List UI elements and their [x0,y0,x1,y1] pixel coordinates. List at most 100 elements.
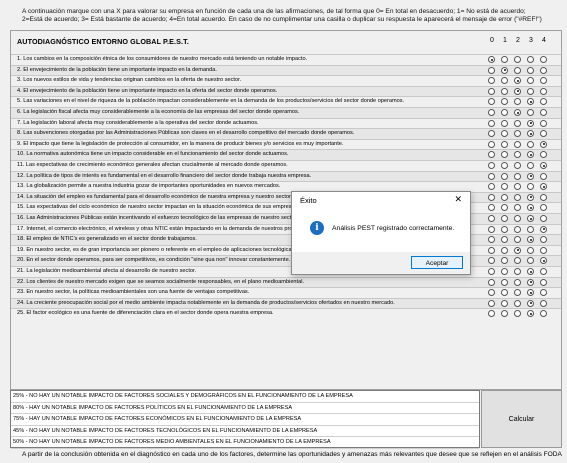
score-radio-2[interactable] [514,98,521,106]
results-list[interactable]: 25% - NO HAY UN NOTABLE IMPACTO DE FACTO… [10,390,480,449]
score-radio-3[interactable] [527,268,534,275]
score-radio-4[interactable] [540,119,547,127]
score-radio-3[interactable] [527,215,534,222]
score-radio-4[interactable] [540,289,547,297]
score-radio-3[interactable] [527,236,534,244]
score-radio-3[interactable] [527,225,534,233]
score-radio-2[interactable] [514,225,521,233]
score-radio-1[interactable] [501,278,508,286]
score-radio-3[interactable] [527,278,534,286]
score-radio-3[interactable] [527,151,534,159]
score-radio-2[interactable] [514,130,521,138]
score-radio-1[interactable] [501,151,508,159]
score-radio-2[interactable] [514,268,521,275]
score-radio-0[interactable] [488,204,495,212]
score-radio-3[interactable] [527,130,534,138]
score-radio-2[interactable] [514,140,521,148]
score-radio-4[interactable] [540,299,547,307]
score-radio-2[interactable] [514,109,521,116]
score-radio-3[interactable] [527,257,534,265]
score-radio-0[interactable] [488,257,495,265]
score-radio-4[interactable] [540,77,547,85]
score-radio-1[interactable] [501,289,508,297]
score-radio-0[interactable] [488,162,495,169]
score-radio-0[interactable] [488,299,495,307]
score-radio-4[interactable] [540,193,547,201]
score-radio-0[interactable] [488,236,495,244]
score-radio-2[interactable] [514,310,521,318]
score-radio-3[interactable] [527,77,534,85]
score-radio-4[interactable] [540,183,547,191]
score-radio-0[interactable] [488,98,495,106]
score-radio-2[interactable] [514,66,521,74]
score-radio-4[interactable] [540,151,547,159]
score-radio-3[interactable] [527,299,534,307]
score-radio-0[interactable] [488,119,495,127]
score-radio-2[interactable] [514,77,521,85]
score-radio-3[interactable] [527,119,534,127]
ok-button[interactable]: Aceptar [411,256,463,269]
score-radio-1[interactable] [501,56,508,63]
score-radio-4[interactable] [540,140,547,148]
score-radio-0[interactable] [488,193,495,201]
score-radio-2[interactable] [514,236,521,244]
score-radio-2[interactable] [514,87,521,95]
score-radio-4[interactable] [540,215,547,222]
score-radio-3[interactable] [527,66,534,74]
score-radio-3[interactable] [527,87,534,95]
score-radio-4[interactable] [540,66,547,74]
score-radio-0[interactable] [488,172,495,180]
score-radio-0[interactable] [488,183,495,191]
score-radio-1[interactable] [501,225,508,233]
score-radio-3[interactable] [527,109,534,116]
score-radio-2[interactable] [514,278,521,286]
score-radio-3[interactable] [527,183,534,191]
score-radio-2[interactable] [514,56,521,63]
score-radio-4[interactable] [540,278,547,286]
score-radio-4[interactable] [540,225,547,233]
score-radio-1[interactable] [501,140,508,148]
score-radio-4[interactable] [540,172,547,180]
score-radio-1[interactable] [501,183,508,191]
score-radio-2[interactable] [514,162,521,169]
score-radio-4[interactable] [540,56,547,63]
score-radio-1[interactable] [501,119,508,127]
score-radio-0[interactable] [488,246,495,254]
score-radio-2[interactable] [514,119,521,127]
score-radio-4[interactable] [540,130,547,138]
score-radio-0[interactable] [488,151,495,159]
score-radio-2[interactable] [514,151,521,159]
score-radio-1[interactable] [501,172,508,180]
score-radio-2[interactable] [514,172,521,180]
score-radio-0[interactable] [488,140,495,148]
score-radio-4[interactable] [540,246,547,254]
score-radio-3[interactable] [527,162,534,169]
score-radio-4[interactable] [540,236,547,244]
score-radio-0[interactable] [488,278,495,286]
score-radio-0[interactable] [488,215,495,222]
score-radio-4[interactable] [540,87,547,95]
score-radio-1[interactable] [501,246,508,254]
score-radio-3[interactable] [527,98,534,106]
score-radio-1[interactable] [501,193,508,201]
score-radio-2[interactable] [514,246,521,254]
score-radio-1[interactable] [501,310,508,318]
score-radio-1[interactable] [501,130,508,138]
score-radio-1[interactable] [501,215,508,222]
score-radio-2[interactable] [514,204,521,212]
score-radio-4[interactable] [540,310,547,318]
score-radio-2[interactable] [514,183,521,191]
score-radio-3[interactable] [527,310,534,318]
score-radio-0[interactable] [488,109,495,116]
score-radio-1[interactable] [501,109,508,116]
close-icon[interactable]: ✕ [454,194,462,205]
score-radio-0[interactable] [488,130,495,138]
score-radio-1[interactable] [501,87,508,95]
score-radio-2[interactable] [514,193,521,201]
score-radio-3[interactable] [527,246,534,254]
score-radio-4[interactable] [540,109,547,116]
score-radio-2[interactable] [514,257,521,265]
score-radio-4[interactable] [540,268,547,275]
score-radio-3[interactable] [527,289,534,297]
score-radio-0[interactable] [488,87,495,95]
